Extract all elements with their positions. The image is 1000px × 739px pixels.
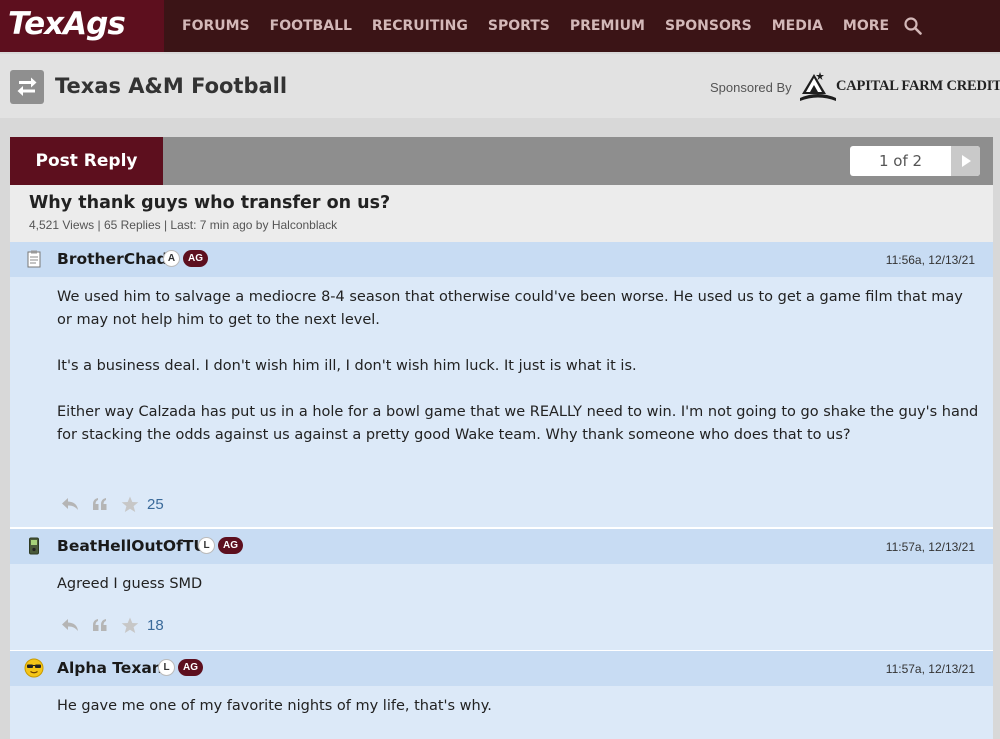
swap-arrows-icon — [17, 77, 37, 96]
next-page-button[interactable] — [951, 146, 980, 176]
star-count: 25 — [147, 495, 164, 513]
sponsored-by-label: Sponsored By — [710, 80, 792, 95]
thread-meta: 4,521 Views | 65 Replies | Last: 7 min a… — [29, 218, 338, 232]
ag-badge: AG — [218, 537, 243, 554]
thread-toolbar: Post Reply 1 of 2 — [10, 137, 993, 185]
phone-icon — [24, 536, 44, 556]
search-icon[interactable] — [899, 0, 927, 52]
switch-forum-button[interactable] — [10, 70, 44, 104]
nav-item-football[interactable]: FOOTBALL — [260, 0, 362, 52]
nav-menu: FORUMS FOOTBALL RECRUITING SPORTS PREMIU… — [172, 0, 927, 52]
logo-text: TexAgs — [8, 6, 126, 42]
post-body: Agreed I guess SMD — [57, 573, 982, 619]
post-header: Alpha Texan L AG 11:57a, 12/13/21 — [10, 651, 993, 686]
username[interactable]: BeatHellOutOfTU — [57, 537, 206, 555]
post-actions: 18 — [55, 613, 164, 637]
sponsor-logo[interactable]: CAPITAL FARM CREDIT — [800, 68, 1000, 106]
ag-badge: AG — [178, 659, 203, 676]
pagination: 1 of 2 — [850, 146, 980, 176]
star-count: 18 — [147, 616, 164, 634]
post-paragraph: We used him to salvage a mediocre 8-4 se… — [57, 289, 963, 328]
account-letter-badge: L — [198, 537, 215, 554]
nav-item-recruiting[interactable]: RECRUITING — [362, 0, 478, 52]
top-nav: TexAgs FORUMS FOOTBALL RECRUITING SPORTS… — [0, 0, 1000, 52]
reply-icon[interactable] — [55, 613, 85, 637]
post-timestamp[interactable]: 11:57a, 12/13/21 — [886, 662, 975, 676]
sunglasses-face-icon — [24, 658, 44, 678]
thread-info: Why thank guys who transfer on us? 4,521… — [10, 185, 993, 242]
nav-item-sports[interactable]: SPORTS — [478, 0, 560, 52]
post: BrotherChad A AG 11:56a, 12/13/21 We use… — [10, 242, 993, 527]
post-header: BrotherChad A AG 11:56a, 12/13/21 — [10, 242, 993, 277]
barn-icon — [800, 72, 836, 101]
post-paragraph: It's a business deal. I don't wish him i… — [57, 358, 637, 374]
post-paragraph: Either way Calzada has put us in a hole … — [57, 404, 979, 443]
post: Alpha Texan L AG 11:57a, 12/13/21 He gav… — [10, 651, 993, 739]
ag-badge: AG — [183, 250, 208, 267]
post-header: BeatHellOutOfTU L AG 11:57a, 12/13/21 — [10, 529, 993, 564]
account-letter-badge: L — [158, 659, 175, 676]
thread-container: Post Reply 1 of 2 Why thank guys who tra… — [10, 137, 993, 739]
forum-title: Texas A&M Football — [55, 74, 288, 98]
post-paragraph: He gave me one of my favorite nights of … — [57, 698, 492, 714]
texags-logo[interactable]: TexAgs — [0, 0, 164, 52]
nav-item-media[interactable]: MEDIA — [762, 0, 833, 52]
nav-item-premium[interactable]: PREMIUM — [560, 0, 655, 52]
nav-item-sponsors[interactable]: SPONSORS — [655, 0, 762, 52]
thread-title: Why thank guys who transfer on us? — [29, 193, 391, 213]
post-actions: 25 — [55, 492, 164, 516]
post-timestamp[interactable]: 11:56a, 12/13/21 — [886, 253, 975, 267]
forum-header: Texas A&M Football Sponsored By CAPITAL … — [0, 54, 1000, 118]
quote-icon[interactable] — [85, 492, 115, 516]
nav-item-more[interactable]: MORE — [833, 0, 899, 52]
username[interactable]: BrotherChad — [57, 250, 168, 268]
account-letter-badge: A — [163, 250, 180, 267]
play-right-icon — [961, 155, 971, 167]
notepad-icon — [24, 249, 44, 269]
post-paragraph: Agreed I guess SMD — [57, 576, 203, 592]
sponsor-name: CAPITAL FARM CREDIT — [836, 78, 1000, 94]
nav-item-forums[interactable]: FORUMS — [172, 0, 260, 52]
reply-icon[interactable] — [55, 492, 85, 516]
post-timestamp[interactable]: 11:57a, 12/13/21 — [886, 540, 975, 554]
quote-icon[interactable] — [85, 613, 115, 637]
star-icon[interactable] — [115, 613, 145, 637]
post-reply-button[interactable]: Post Reply — [10, 137, 163, 185]
page-indicator[interactable]: 1 of 2 — [850, 146, 951, 176]
post-body: We used him to salvage a mediocre 8-4 se… — [57, 286, 982, 470]
username[interactable]: Alpha Texan — [57, 659, 163, 677]
star-icon[interactable] — [115, 492, 145, 516]
post: BeatHellOutOfTU L AG 11:57a, 12/13/21 Ag… — [10, 529, 993, 650]
post-body: He gave me one of my favorite nights of … — [57, 695, 982, 739]
